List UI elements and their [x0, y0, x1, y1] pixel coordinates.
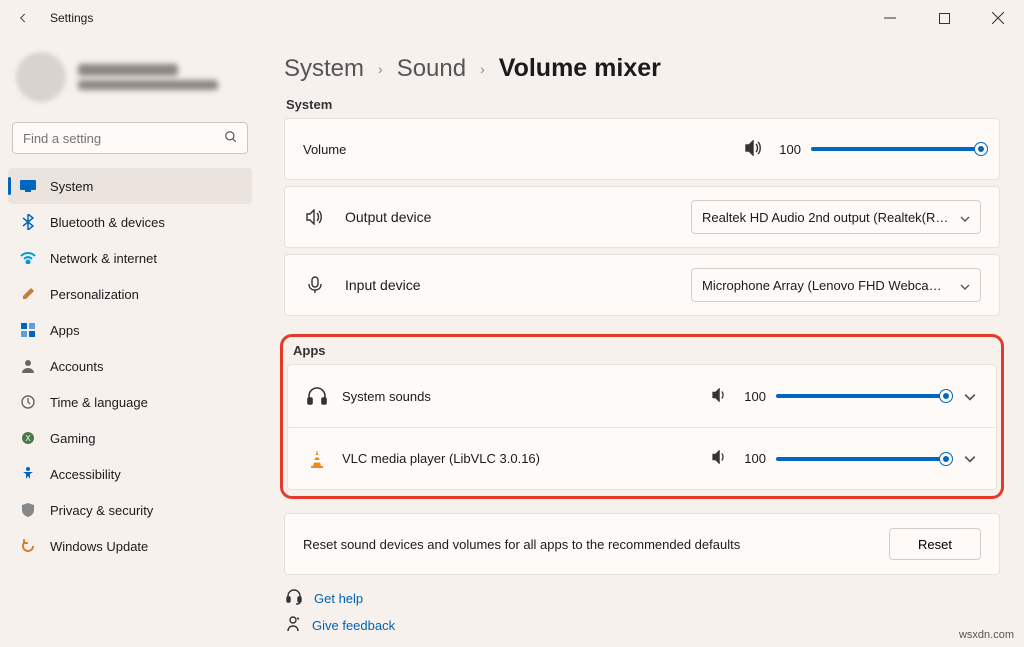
- bluetooth-icon: [20, 214, 36, 230]
- get-help-link[interactable]: Get help: [314, 591, 363, 606]
- feedback-icon: [286, 616, 300, 635]
- chevron-down-icon: [960, 210, 970, 225]
- chevron-right-icon: ›: [378, 61, 383, 77]
- wifi-icon: [20, 250, 36, 266]
- apps-section-label: Apps: [293, 343, 997, 358]
- watermark-text: wsxdn.com: [959, 629, 1014, 641]
- volume-value: 100: [773, 142, 801, 157]
- sidebar-item-personalization[interactable]: Personalization: [8, 276, 252, 312]
- sidebar-item-label: Accessibility: [50, 467, 121, 482]
- sidebar-item-label: Time & language: [50, 395, 148, 410]
- window-title: Settings: [50, 11, 93, 25]
- profile-name-redacted: [78, 64, 178, 76]
- output-device-selected: Realtek HD Audio 2nd output (Realtek(R) …: [702, 210, 950, 225]
- input-device-card: Input device Microphone Array (Lenovo FH…: [284, 254, 1000, 316]
- sidebar-item-label: Privacy & security: [50, 503, 153, 518]
- app-volume-slider[interactable]: [776, 394, 946, 398]
- output-device-label: Output device: [345, 209, 431, 225]
- sidebar-item-label: Network & internet: [50, 251, 157, 266]
- help-icon: [286, 589, 302, 608]
- sidebar-item-apps[interactable]: Apps: [8, 312, 252, 348]
- update-icon: [20, 538, 36, 554]
- input-device-label: Input device: [345, 277, 421, 293]
- sidebar-item-bluetooth[interactable]: Bluetooth & devices: [8, 204, 252, 240]
- speaker-icon[interactable]: [712, 388, 728, 405]
- vlc-cone-icon: [306, 448, 328, 470]
- speaker-icon: [303, 209, 327, 225]
- search-icon: [224, 130, 238, 147]
- sidebar-item-system[interactable]: System: [8, 168, 252, 204]
- output-device-dropdown[interactable]: Realtek HD Audio 2nd output (Realtek(R) …: [691, 200, 981, 234]
- reset-card: Reset sound devices and volumes for all …: [284, 513, 1000, 575]
- search-input[interactable]: [12, 122, 248, 154]
- sidebar-item-gaming[interactable]: X Gaming: [8, 420, 252, 456]
- input-device-selected: Microphone Array (Lenovo FHD Webcam Au: [702, 278, 950, 293]
- sidebar-item-privacy[interactable]: Privacy & security: [8, 492, 252, 528]
- gaming-icon: X: [20, 430, 36, 446]
- input-device-dropdown[interactable]: Microphone Array (Lenovo FHD Webcam Au: [691, 268, 981, 302]
- reset-button[interactable]: Reset: [889, 528, 981, 560]
- profile-email-redacted: [78, 80, 218, 90]
- person-icon: [20, 358, 36, 374]
- maximize-button[interactable]: [924, 4, 964, 32]
- breadcrumb: System › Sound › Volume mixer: [284, 54, 1000, 83]
- chevron-down-icon[interactable]: [964, 389, 978, 404]
- shield-icon: [20, 502, 36, 518]
- svg-text:X: X: [25, 434, 31, 443]
- sidebar: System Bluetooth & devices Network & int…: [0, 36, 260, 647]
- volume-slider[interactable]: [811, 147, 981, 151]
- output-device-card: Output device Realtek HD Audio 2nd outpu…: [284, 186, 1000, 248]
- chevron-down-icon[interactable]: [964, 451, 978, 466]
- app-name: System sounds: [342, 389, 431, 404]
- sidebar-item-label: Accounts: [50, 359, 103, 374]
- sidebar-item-label: System: [50, 179, 93, 194]
- app-volume-slider[interactable]: [776, 457, 946, 461]
- sidebar-item-label: Bluetooth & devices: [50, 215, 165, 230]
- speaker-icon[interactable]: [712, 450, 728, 467]
- system-icon: [20, 178, 36, 194]
- breadcrumb-system[interactable]: System: [284, 55, 364, 83]
- sidebar-item-label: Personalization: [50, 287, 139, 302]
- avatar: [16, 52, 66, 102]
- microphone-icon: [303, 276, 327, 294]
- sidebar-item-update[interactable]: Windows Update: [8, 528, 252, 564]
- back-button[interactable]: [14, 9, 32, 27]
- app-volume-value: 100: [738, 451, 766, 466]
- sidebar-item-network[interactable]: Network & internet: [8, 240, 252, 276]
- apps-icon: [20, 322, 36, 338]
- app-row-vlc[interactable]: VLC media player (LibVLC 3.0.16) 100: [288, 427, 996, 489]
- page-title: Volume mixer: [499, 54, 661, 83]
- speaker-icon[interactable]: [745, 140, 763, 159]
- volume-card: Volume 100: [284, 118, 1000, 180]
- sidebar-item-accessibility[interactable]: Accessibility: [8, 456, 252, 492]
- chevron-right-icon: ›: [480, 61, 485, 77]
- sidebar-item-accounts[interactable]: Accounts: [8, 348, 252, 384]
- accessibility-icon: [20, 466, 36, 482]
- main-content: System › Sound › Volume mixer System Vol…: [260, 36, 1024, 647]
- title-bar: Settings: [0, 0, 1024, 36]
- sidebar-item-label: Gaming: [50, 431, 96, 446]
- paintbrush-icon: [20, 286, 36, 302]
- app-row-system-sounds[interactable]: System sounds 100: [288, 365, 996, 427]
- chevron-down-icon: [960, 278, 970, 293]
- reset-description: Reset sound devices and volumes for all …: [303, 537, 740, 552]
- volume-label: Volume: [303, 142, 346, 157]
- breadcrumb-sound[interactable]: Sound: [397, 55, 466, 83]
- sidebar-item-time[interactable]: Time & language: [8, 384, 252, 420]
- apps-highlight-annotation: Apps System sounds 100 VLC media player …: [280, 334, 1004, 499]
- sidebar-item-label: Windows Update: [50, 539, 148, 554]
- sidebar-item-label: Apps: [50, 323, 80, 338]
- close-button[interactable]: [978, 4, 1018, 32]
- app-name: VLC media player (LibVLC 3.0.16): [342, 451, 540, 466]
- minimize-button[interactable]: [870, 4, 910, 32]
- give-feedback-link[interactable]: Give feedback: [312, 618, 395, 633]
- app-volume-value: 100: [738, 389, 766, 404]
- headphones-icon: [306, 385, 328, 407]
- clock-globe-icon: [20, 394, 36, 410]
- profile-section[interactable]: [8, 44, 252, 118]
- system-section-label: System: [286, 97, 1000, 112]
